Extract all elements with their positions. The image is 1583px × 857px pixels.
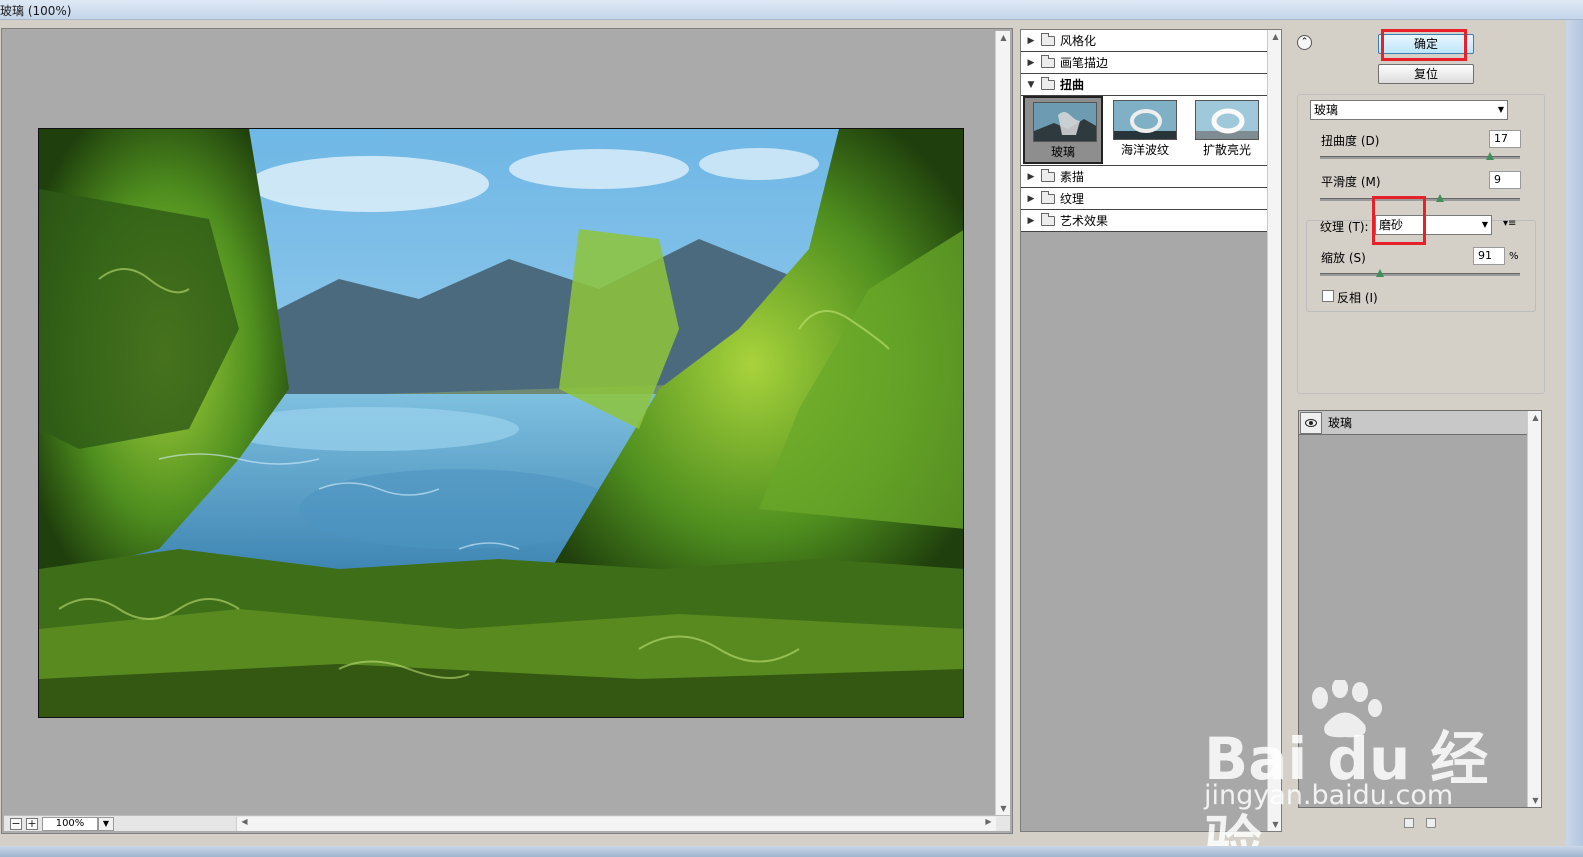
filter-select-value: 玻璃 <box>1314 103 1339 117</box>
category-label: 画笔描边 <box>1060 56 1109 70</box>
eye-icon <box>1305 418 1317 427</box>
thumb-label: 玻璃 <box>1050 145 1075 159</box>
texture-select[interactable]: 磨砂 ▼ <box>1375 215 1492 235</box>
folder-icon <box>1041 168 1055 182</box>
category-texture[interactable]: ▶ 纹理 <box>1021 188 1267 210</box>
category-label: 素描 <box>1060 170 1085 184</box>
preview-canvas[interactable] <box>4 31 994 815</box>
effect-layer-label: 玻璃 <box>1328 416 1353 430</box>
filter-thumb-glass[interactable]: 玻璃 <box>1023 96 1103 164</box>
window-frame-right <box>1566 20 1583 857</box>
smoothness-input[interactable]: 9 <box>1489 171 1521 189</box>
invert-label: 反相 (I) <box>1337 291 1378 305</box>
smoothness-slider-track[interactable] <box>1320 198 1520 201</box>
category-label: 风格化 <box>1060 34 1097 48</box>
scroll-up-icon[interactable]: ▲ <box>996 33 1011 42</box>
thumb-label: 扩散亮光 <box>1202 143 1251 157</box>
scroll-right-icon[interactable]: ▶ <box>981 817 996 826</box>
distortion-slider-thumb[interactable] <box>1486 152 1494 160</box>
scroll-up-icon[interactable]: ▲ <box>1528 413 1543 422</box>
scaling-slider-track[interactable] <box>1320 273 1520 276</box>
zoom-in-button[interactable]: + <box>26 818 38 830</box>
filter-select[interactable]: 玻璃 ▼ <box>1310 100 1508 120</box>
ok-button[interactable]: 确定 <box>1378 34 1474 54</box>
chevron-down-icon: ▼ <box>1481 220 1488 229</box>
scaling-unit: % <box>1509 251 1519 262</box>
watermark-url: jingyan.baidu.com <box>1204 780 1454 811</box>
preview-panel: ▲ ▼ − + 100% ▼ ◀ ▶ <box>1 28 1013 834</box>
folder-icon <box>1041 212 1055 226</box>
window-title: 玻璃 (100%) <box>0 4 72 18</box>
zoom-out-button[interactable]: − <box>10 818 22 830</box>
zoom-level-field[interactable]: 100% <box>42 817 98 831</box>
preview-horizontal-scrollbar[interactable]: ◀ ▶ <box>236 817 996 831</box>
preview-image <box>38 128 964 718</box>
folder-icon <box>1041 32 1055 46</box>
visibility-toggle[interactable] <box>1300 411 1322 434</box>
filter-thumb-diffuse-glow[interactable]: 扩散亮光 <box>1187 96 1267 164</box>
expand-arrow-icon[interactable]: ▶ <box>1021 194 1041 204</box>
window-titlebar: 玻璃 (100%) <box>0 0 1583 20</box>
open-folder-icon <box>1041 76 1055 90</box>
folder-icon <box>1041 54 1055 68</box>
zoom-dropdown-icon[interactable]: ▼ <box>98 817 114 831</box>
ocean-ripple-thumbnail-image <box>1113 100 1177 140</box>
reset-button[interactable]: 复位 <box>1378 64 1474 84</box>
distortion-label: 扭曲度 (D) <box>1321 134 1380 148</box>
preview-statusbar: − + 100% ▼ ◀ ▶ <box>4 815 1010 831</box>
invert-checkbox[interactable] <box>1322 290 1334 302</box>
scroll-down-icon[interactable]: ▼ <box>1528 796 1543 805</box>
thumb-label: 海洋波纹 <box>1120 143 1169 157</box>
category-stylize[interactable]: ▶ 风格化 <box>1021 30 1267 52</box>
category-artistic[interactable]: ▶ 艺术效果 <box>1021 210 1267 232</box>
preview-vertical-scrollbar[interactable]: ▲ ▼ <box>995 31 1010 815</box>
expand-arrow-icon[interactable]: ▶ <box>1021 172 1041 182</box>
expand-arrow-icon[interactable]: ▶ <box>1021 58 1041 68</box>
folder-icon <box>1041 190 1055 204</box>
chevron-down-icon: ▼ <box>1497 105 1504 114</box>
scroll-left-icon[interactable]: ◀ <box>237 817 252 826</box>
distort-filter-thumbnails: 玻璃 海洋波纹 扩散亮光 <box>1021 96 1267 166</box>
expand-arrow-icon[interactable]: ▶ <box>1021 216 1041 226</box>
scaling-label: 缩放 (S) <box>1321 251 1366 265</box>
effect-layer-row[interactable]: 玻璃 <box>1299 411 1527 435</box>
collapse-arrow-icon[interactable]: ▼ <box>1021 80 1041 90</box>
texture-menu-icon[interactable]: ▾≡ <box>1503 218 1516 229</box>
scroll-down-icon[interactable]: ▼ <box>996 804 1011 813</box>
filter-thumb-ocean-ripple[interactable]: 海洋波纹 <box>1105 96 1185 164</box>
smoothness-slider-thumb[interactable] <box>1436 194 1444 202</box>
texture-select-value: 磨砂 <box>1379 218 1404 232</box>
texture-label: 纹理 (T): <box>1320 220 1369 234</box>
smoothness-label: 平滑度 (M) <box>1321 175 1381 189</box>
baidu-watermark: Bai du 经验 jingyan.baidu.com <box>1200 680 1500 857</box>
window-frame-bottom <box>0 846 1583 857</box>
category-distort[interactable]: ▼ 扭曲 <box>1021 74 1267 96</box>
scaling-slider-thumb[interactable] <box>1376 269 1384 277</box>
layers-scrollbar[interactable]: ▲ ▼ <box>1527 411 1541 807</box>
category-label: 纹理 <box>1060 192 1085 206</box>
expand-arrow-icon[interactable]: ▶ <box>1021 36 1041 46</box>
collapse-gallery-icon[interactable]: ⌃ <box>1297 35 1312 50</box>
category-sketch[interactable]: ▶ 素描 <box>1021 166 1267 188</box>
scroll-up-icon[interactable]: ▲ <box>1268 32 1283 41</box>
category-label: 艺术效果 <box>1060 214 1109 228</box>
category-label: 扭曲 <box>1060 78 1085 92</box>
distortion-input[interactable]: 17 <box>1489 130 1521 148</box>
diffuse-glow-thumbnail-image <box>1195 100 1259 140</box>
scaling-input[interactable]: 91 <box>1473 247 1505 265</box>
category-brush-strokes[interactable]: ▶ 画笔描边 <box>1021 52 1267 74</box>
glass-thumbnail-image <box>1033 102 1097 142</box>
